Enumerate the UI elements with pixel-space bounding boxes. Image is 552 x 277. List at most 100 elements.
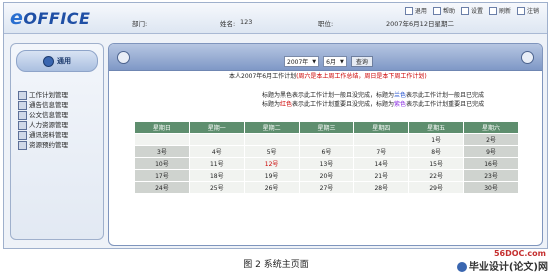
calendar-week-row: 24号 25号 26号 27号 28号 29号 30号 xyxy=(134,181,519,194)
sidebar-item-contacts[interactable]: 通讯资料管理 xyxy=(18,130,68,140)
calendar-week-row: 17号 18号 19号 20号 21号 22号 23号 xyxy=(134,169,519,182)
contacts-icon xyxy=(18,130,27,140)
top-links: 退用 帮助 设置 刷新 注销 xyxy=(404,6,539,15)
calendar-day-cell[interactable]: 30号 xyxy=(463,181,519,194)
calendar-week-row: 3号 4号 5号 6号 7号 8号 9号 xyxy=(134,145,519,158)
calendar-empty-cell xyxy=(188,133,245,146)
calendar-empty-cell xyxy=(298,133,355,146)
calendar-day-cell[interactable]: 6号 xyxy=(298,145,355,158)
plan-subtitle: 本人2007年6月工作计划(周六是本上周工作总结，周日是本下周工作计划) xyxy=(229,73,427,80)
color-legend: 标题为黑色表示此工作计划一般且没完成，标题为兰色表示此工作计划一般且已完成 标题… xyxy=(262,91,484,109)
settings-link[interactable]: 设置 xyxy=(460,6,483,15)
calendar-day-cell[interactable]: 23号 xyxy=(463,169,519,182)
calendar-header: 星期六 xyxy=(463,121,519,134)
panel-left-dot xyxy=(117,51,130,64)
calendar-header: 星期二 xyxy=(243,121,300,134)
calendar-header: 星期日 xyxy=(134,121,190,134)
calendar-day-cell[interactable]: 4号 xyxy=(188,145,245,158)
calendar-day-cell[interactable]: 29号 xyxy=(408,181,465,194)
calendar-day-cell[interactable]: 26号 xyxy=(243,181,300,194)
help-icon xyxy=(432,6,441,15)
calendar-day-cell[interactable]: 3号 xyxy=(134,145,190,158)
calendar-day-cell[interactable]: 25号 xyxy=(188,181,245,194)
brand-logo-icon xyxy=(456,262,467,272)
refresh-link[interactable]: 刷新 xyxy=(488,6,511,15)
date-controls: 2007年 ▼ 6月 ▼ 查询 xyxy=(284,56,373,67)
calendar-header: 星期四 xyxy=(353,121,410,134)
sidebar-item-work-plan[interactable]: 工作计划管理 xyxy=(18,90,68,100)
logout-link[interactable]: 注销 xyxy=(516,6,539,15)
exit-icon xyxy=(404,6,413,15)
legend-line-2: 标题为红色表示此工作计划重要且没完成，标题为紫色表示此工作计划重要且已完成 xyxy=(262,101,485,108)
sidebar-item-notice[interactable]: 通告信息管理 xyxy=(18,100,68,110)
calendar-day-cell[interactable]: 17号 xyxy=(134,169,190,182)
name-label: 姓名: xyxy=(220,20,236,28)
current-date: 2007年6月12日星期二 xyxy=(386,20,454,28)
chevron-down-icon: ▼ xyxy=(339,58,344,65)
calendar-day-cell[interactable]: 27号 xyxy=(298,181,355,194)
calendar-day-cell[interactable]: 15号 xyxy=(408,157,465,170)
calendar-day-cell[interactable]: 12号 xyxy=(243,157,300,170)
position-label: 职位: xyxy=(318,20,334,28)
calendar-header: 星期一 xyxy=(188,121,245,134)
document-icon xyxy=(18,90,27,100)
panel-header: 2007年 ▼ 6月 ▼ 查询 xyxy=(109,44,542,71)
name-value: 123 xyxy=(240,18,253,26)
sidebar: 通用 工作计划管理 通告信息管理 公文信息管理 人力资源管理 通讯资料管理 资源… xyxy=(10,43,104,240)
calendar-week-row: 10号 11号 12号 13号 14号 15号 16号 xyxy=(134,157,519,170)
query-button[interactable]: 查询 xyxy=(350,56,373,67)
year-select[interactable]: 2007年 ▼ xyxy=(284,56,320,67)
calendar-day-cell[interactable]: 13号 xyxy=(298,157,355,170)
calendar-icon xyxy=(18,140,27,150)
calendar-day-cell[interactable]: 19号 xyxy=(243,169,300,182)
calendar-table: 星期日 星期一 星期二 星期三 星期四 星期五 星期六 1号 2号 3号 4号 5号 6号 7号 8号 9号… xyxy=(134,121,519,194)
calendar-day-cell[interactable]: 8号 xyxy=(408,145,465,158)
folder-icon xyxy=(18,110,27,120)
settings-icon xyxy=(460,6,469,15)
sidebar-header[interactable]: 通用 xyxy=(16,50,98,72)
calendar-empty-cell xyxy=(243,133,300,146)
help-link[interactable]: 帮助 xyxy=(432,6,455,15)
calendar-day-cell[interactable]: 5号 xyxy=(243,145,300,158)
calendar-day-cell[interactable]: 22号 xyxy=(408,169,465,182)
calendar-day-cell[interactable]: 28号 xyxy=(353,181,410,194)
calendar-empty-cell xyxy=(134,133,190,146)
month-select[interactable]: 6月 ▼ xyxy=(323,56,347,67)
calendar-day-cell[interactable]: 18号 xyxy=(188,169,245,182)
calendar-empty-cell xyxy=(353,133,410,146)
legend-line-1: 标题为黑色表示此工作计划一般且没完成，标题为兰色表示此工作计划一般且已完成 xyxy=(262,92,485,99)
calendar-header: 星期三 xyxy=(298,121,355,134)
people-icon xyxy=(18,120,27,130)
watermark-brand: 毕业设计(论文)网 xyxy=(456,258,548,273)
sidebar-title: 通用 xyxy=(57,57,71,65)
general-icon xyxy=(43,55,54,67)
calendar-day-cell[interactable]: 20号 xyxy=(298,169,355,182)
calendar-week-row: 1号 2号 xyxy=(134,133,519,146)
eoffice-logo: eOFFICE xyxy=(10,7,91,29)
calendar-day-cell[interactable]: 16号 xyxy=(463,157,519,170)
calendar-day-cell[interactable]: 11号 xyxy=(188,157,245,170)
top-bar: eOFFICE 部门: 姓名: 123 职位: 2007年6月12日星期二 退用… xyxy=(4,3,547,34)
calendar-header: 星期五 xyxy=(408,121,465,134)
sidebar-item-hr[interactable]: 人力资源管理 xyxy=(18,120,68,130)
calendar-day-cell[interactable]: 9号 xyxy=(463,145,519,158)
calendar-day-cell[interactable]: 7号 xyxy=(353,145,410,158)
calendar-day-cell[interactable]: 21号 xyxy=(353,169,410,182)
exit-link[interactable]: 退用 xyxy=(404,6,427,15)
app-window: eOFFICE 部门: 姓名: 123 职位: 2007年6月12日星期二 退用… xyxy=(3,2,548,249)
calendar-day-cell[interactable]: 24号 xyxy=(134,181,190,194)
sidebar-item-booking[interactable]: 资源预约管理 xyxy=(18,140,68,150)
panel-right-dot xyxy=(521,51,534,64)
watermark-site: 56DOC.com xyxy=(493,249,546,258)
calendar-day-cell[interactable]: 14号 xyxy=(353,157,410,170)
sidebar-menu: 工作计划管理 通告信息管理 公文信息管理 人力资源管理 通讯资料管理 资源预约管… xyxy=(18,90,68,150)
sidebar-item-official-docs[interactable]: 公文信息管理 xyxy=(18,110,68,120)
calendar-day-cell[interactable]: 1号 xyxy=(408,133,465,146)
refresh-icon xyxy=(488,6,497,15)
logout-icon xyxy=(516,6,525,15)
notice-icon xyxy=(18,100,27,110)
calendar-day-cell[interactable]: 10号 xyxy=(134,157,190,170)
chevron-down-icon: ▼ xyxy=(312,58,317,65)
calendar-day-cell[interactable]: 2号 xyxy=(463,133,519,146)
main-panel: 2007年 ▼ 6月 ▼ 查询 本人2007年6月工作计划(周六是本上周工作总结，周… xyxy=(108,43,543,246)
